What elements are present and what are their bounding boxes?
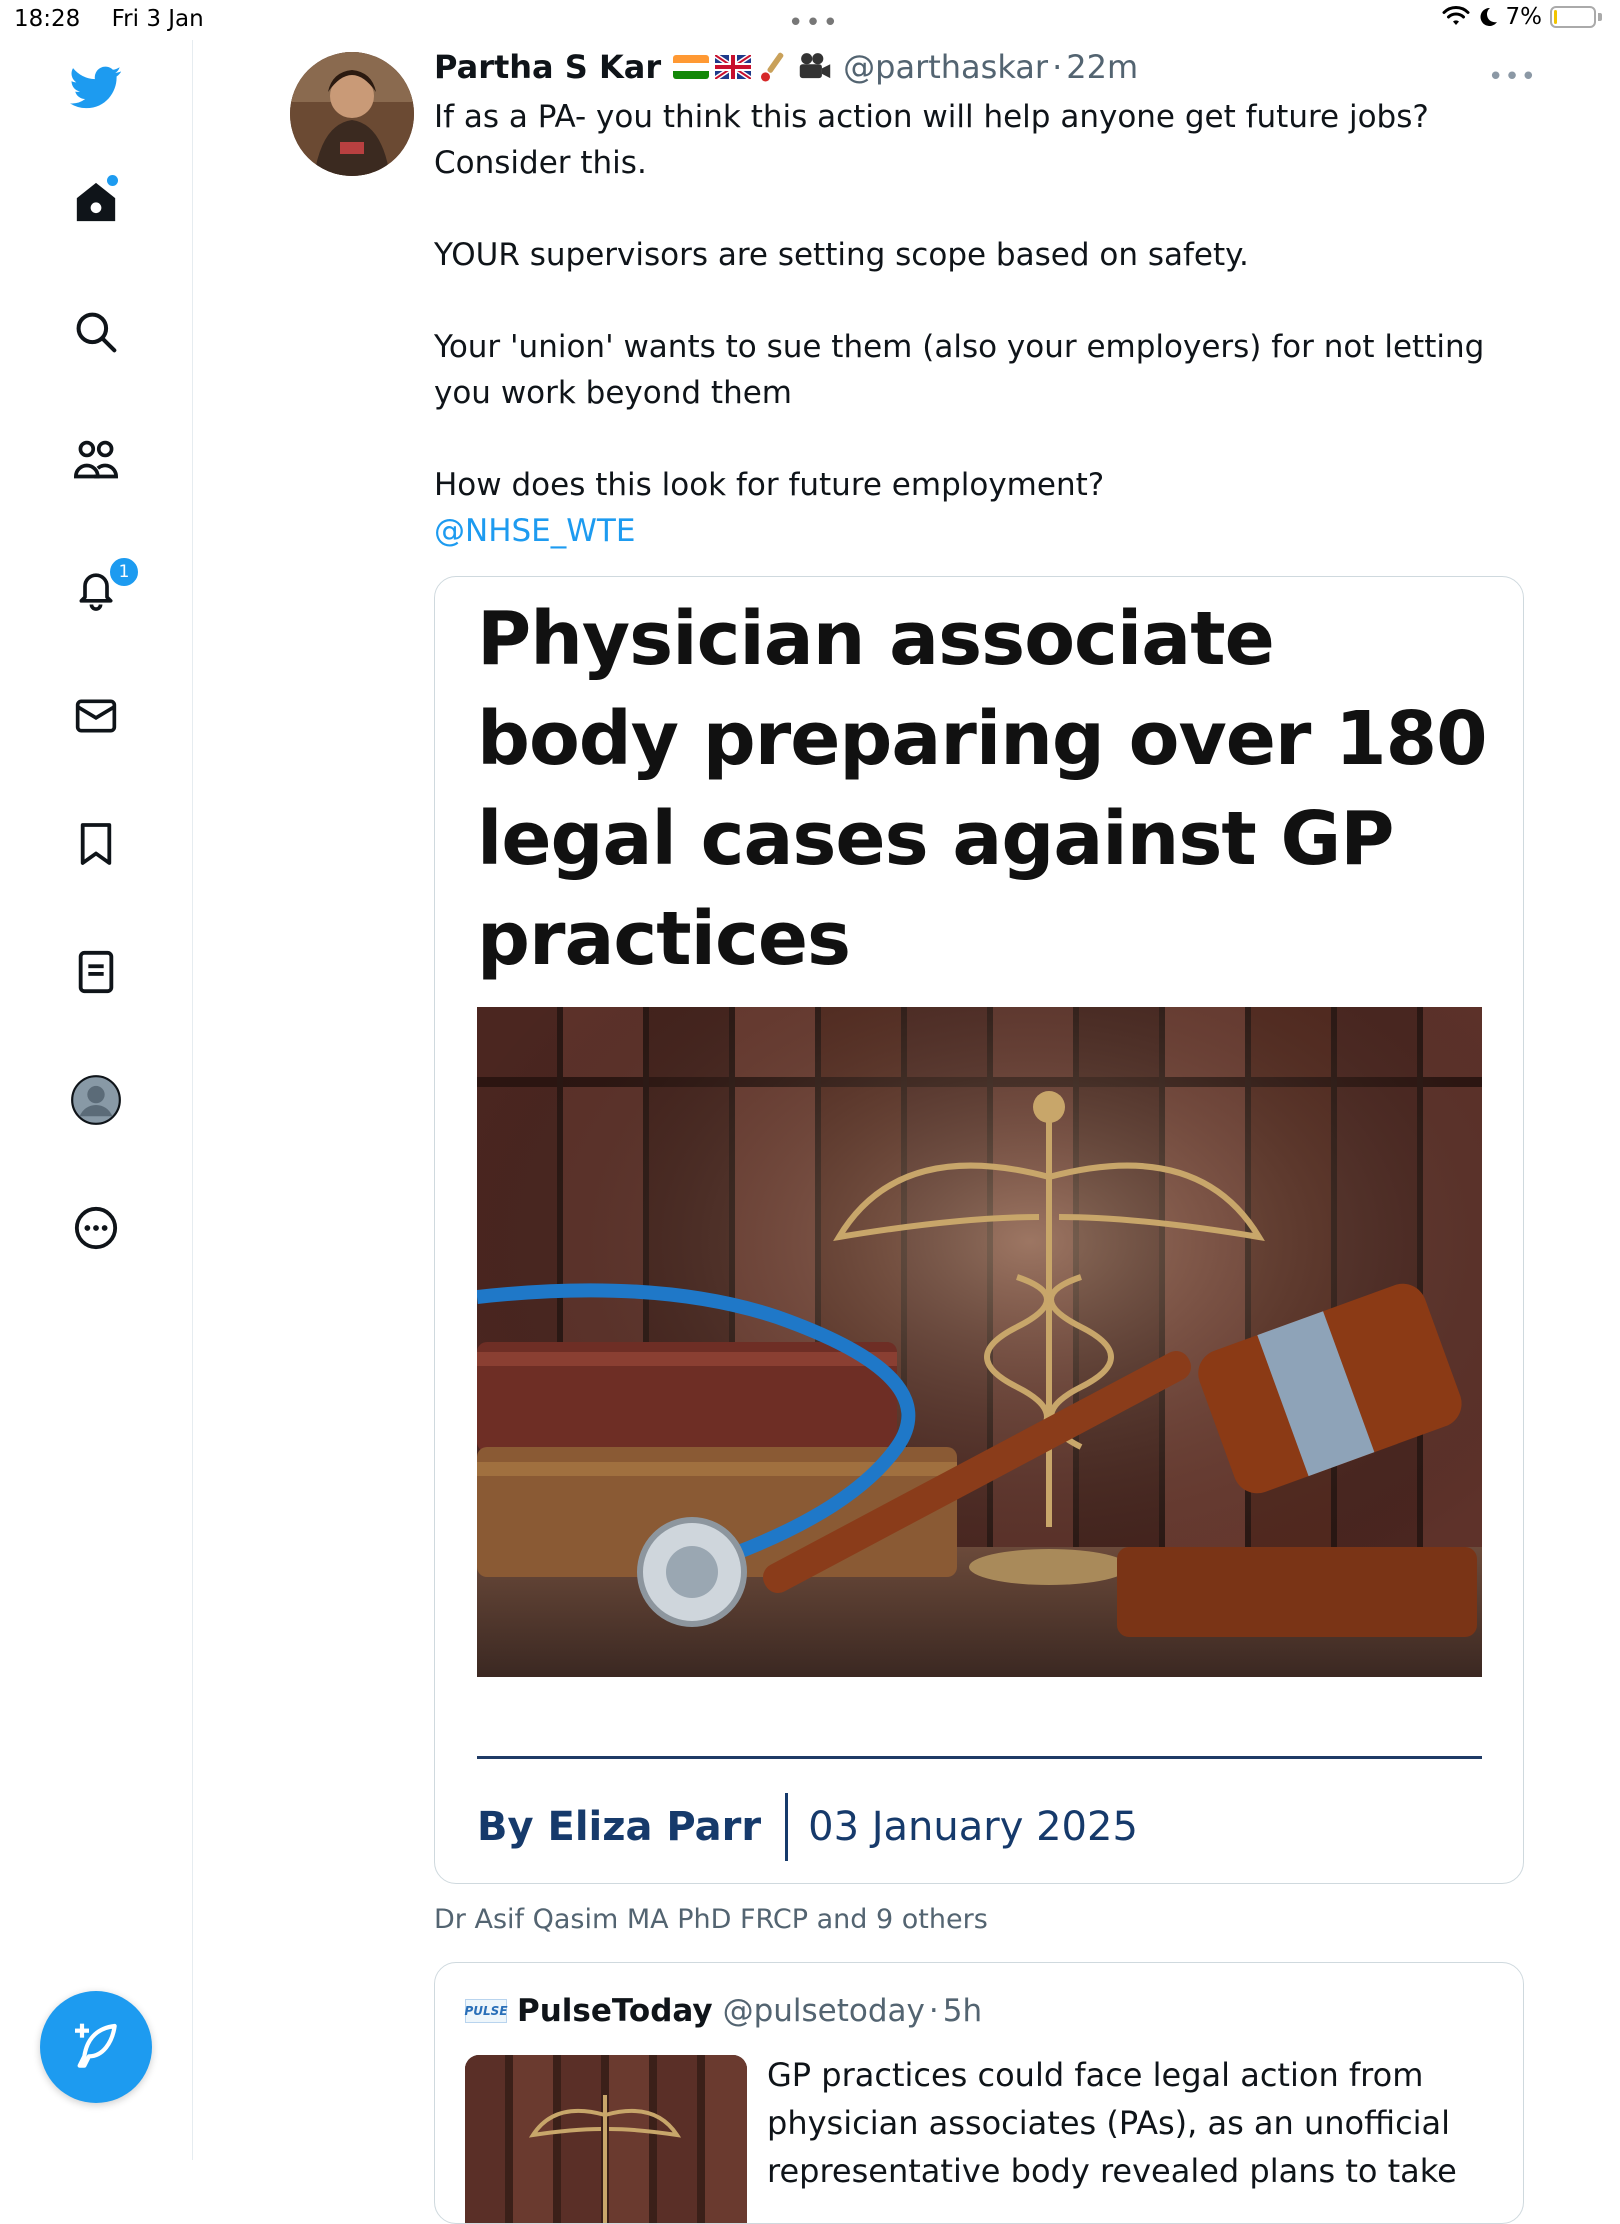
tweet-text-line: How does this look for future employment… xyxy=(434,467,1105,503)
tweet-body: If as a PA- you think this action will h… xyxy=(434,94,1544,554)
header-separator: · xyxy=(1052,48,1063,86)
status-bar: 18:28 Fri 3 Jan ••• 7% xyxy=(0,0,1620,40)
battery-level xyxy=(1554,10,1557,24)
compose-icon xyxy=(75,2023,117,2068)
moon-icon xyxy=(1480,7,1497,26)
author-handle[interactable]: @parthaskar xyxy=(843,48,1048,86)
author-name[interactable]: Partha S Kar xyxy=(434,48,661,86)
cricket-icon xyxy=(761,52,784,82)
quoted-text: GP practices could face legal action fro… xyxy=(767,2056,1457,2190)
tweet-time[interactable]: 22m xyxy=(1066,48,1138,86)
status-time: 18:28 xyxy=(14,6,81,32)
twitter-logo-icon[interactable] xyxy=(70,62,122,114)
quoted-handle[interactable]: @pulsetoday xyxy=(723,1993,925,2029)
quoted-thumbnail xyxy=(465,2055,747,2223)
more-circle-icon[interactable] xyxy=(70,1202,122,1254)
article-card[interactable]: Physician associate body preparing over … xyxy=(434,576,1524,1884)
movie-camera-icon xyxy=(799,53,831,79)
tweet-header: Partha S Kar @parthaskar · 22m xyxy=(434,48,1138,86)
tweet-more-icon[interactable]: ••• xyxy=(1488,62,1537,92)
search-icon[interactable] xyxy=(70,306,122,358)
wifi-icon xyxy=(1442,6,1469,25)
profile-icon[interactable] xyxy=(70,1074,122,1126)
status-date: Fri 3 Jan xyxy=(111,6,204,32)
quoted-time[interactable]: 5h xyxy=(943,1993,982,2029)
tweet-text-line: Your 'union' wants to sue them (also you… xyxy=(434,329,1485,411)
article-headline: Physician associate body preparing over … xyxy=(477,596,1488,982)
battery-percent: 7% xyxy=(1505,4,1543,30)
notifications-badge: 1 xyxy=(108,556,140,588)
lists-icon[interactable] xyxy=(70,946,122,998)
liked-by-text[interactable]: Dr Asif Qasim MA PhD FRCP and 9 others xyxy=(434,1904,988,1935)
article-divider xyxy=(477,1756,1482,1759)
tweet-text-line: YOUR supervisors are setting scope based… xyxy=(434,237,1249,273)
mail-icon[interactable] xyxy=(70,690,122,742)
bookmark-icon[interactable] xyxy=(70,818,122,870)
multitasking-dots-icon[interactable]: ••• xyxy=(788,8,840,38)
compose-button[interactable] xyxy=(40,1991,152,2103)
quoted-separator: · xyxy=(928,1993,939,2029)
author-avatar[interactable] xyxy=(290,52,414,176)
article-date: 03 January 2025 xyxy=(808,1804,1138,1850)
quoted-tweet[interactable]: PULSE PulseToday @pulsetoday · 5h GP pra… xyxy=(434,1962,1524,2224)
home-unread-dot xyxy=(107,175,118,186)
communities-icon[interactable] xyxy=(70,434,122,486)
article-byline: By Eliza Parr 03 January 2025 xyxy=(477,1793,1138,1861)
uk-flag-icon xyxy=(715,55,752,79)
pulse-logo-icon: PULSE xyxy=(464,1999,508,2023)
article-author: By Eliza Parr xyxy=(477,1804,762,1850)
quoted-author-name[interactable]: PulseToday xyxy=(517,1993,713,2029)
battery-icon xyxy=(1550,6,1596,28)
mention-link[interactable]: @NHSE_WTE xyxy=(434,508,1544,554)
india-flag-icon xyxy=(673,55,710,79)
tweet-text-line: If as a PA- you think this action will h… xyxy=(434,99,1429,181)
article-image xyxy=(477,1007,1482,1677)
